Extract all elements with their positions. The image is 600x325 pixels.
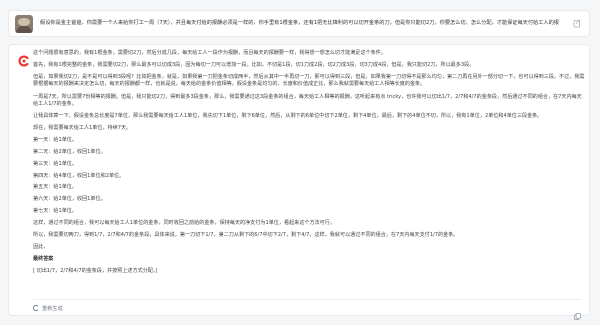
day-step: 第二天：给2单位，收回1单位。 — [33, 148, 106, 155]
day-step: 第三天：给1单位。 — [33, 160, 77, 167]
day-step: 第六天：给2单位，收回1单位。 — [33, 196, 106, 203]
answer-paragraph: 因此， — [33, 244, 49, 251]
question-text: 假设你是金主爸爸，你需要一个人来给你打工一周（7天），并且每天付给的报酬必须是一… — [40, 20, 559, 26]
brand-logo-icon — [17, 53, 31, 67]
refresh-icon — [33, 305, 39, 311]
final-answer-text: [ 切出1/7，2/7和4/7的金条段，并按照上述方式分配。] — [33, 268, 158, 275]
day-step: 第一天：给1单位。 — [33, 137, 77, 144]
answer-paragraph: 这个问题很有意思的，我有1根金条，需要切2刀，然后分成几段，每天给工人一段作为报… — [33, 50, 386, 56]
answer-paragraph: 但是，如果我切2刀，是不是可以得到3段呢？比如把金条，就是，如果我第一刀把金条切… — [33, 74, 585, 88]
regenerate-label: 重新生成 — [42, 306, 63, 312]
user-avatar — [15, 15, 33, 33]
answer-paragraph: 一周是7天，所以需要7份相等的报酬。但是，我只能切2刀，得到最多3段金条，那么，… — [33, 93, 582, 107]
answer-paragraph: 现在，我需要每天给工人1单位，持续7天。 — [33, 124, 132, 131]
copy-icon[interactable] — [574, 305, 581, 320]
answer-paragraph: 首先，我有1根完整的金条，我需要切2刀，那么最多可以切成3段，因为每切一刀可以增… — [33, 62, 475, 69]
final-answer-heading: 最终答案 — [33, 256, 54, 263]
answer-card: 这个问题很有意思的，我有1根金条，需要切2刀，然后分成几段，每天给工人一段作为报… — [8, 44, 590, 320]
answer-body: 这个问题很有意思的，我有1根金条，需要切2刀，然后分成几段，每天给工人一段作为报… — [33, 50, 585, 281]
day-step: 第七天：给1单位。 — [33, 207, 77, 214]
question-card: 假设你是金主爸爸，你需要一个人来给你打工一周（7天），并且每天付给的报酬必须是一… — [8, 10, 590, 37]
day-step: 第五天：给1单位。 — [33, 184, 77, 191]
edit-icon[interactable] — [573, 19, 581, 28]
day-step: 第四天：给4单位，收回1单位和2单位。 — [33, 172, 125, 179]
answer-paragraph: 让我具体算一下，假设金条总长度是7单位，那么我需要每天给工人1单位，我先切下1单… — [33, 112, 543, 119]
regenerate-button[interactable]: 重新生成 — [33, 304, 63, 314]
divider — [33, 299, 581, 300]
answer-paragraph: 所以，我需要切两刀，得到1/7，2/7和4/7的金条段，具体来说，第一刀切下1/… — [33, 231, 459, 238]
answer-paragraph: 这样，通过不同的组合，我可以每天给工人1单位的金条，同时收回之前给的金条，保持每… — [33, 219, 335, 226]
